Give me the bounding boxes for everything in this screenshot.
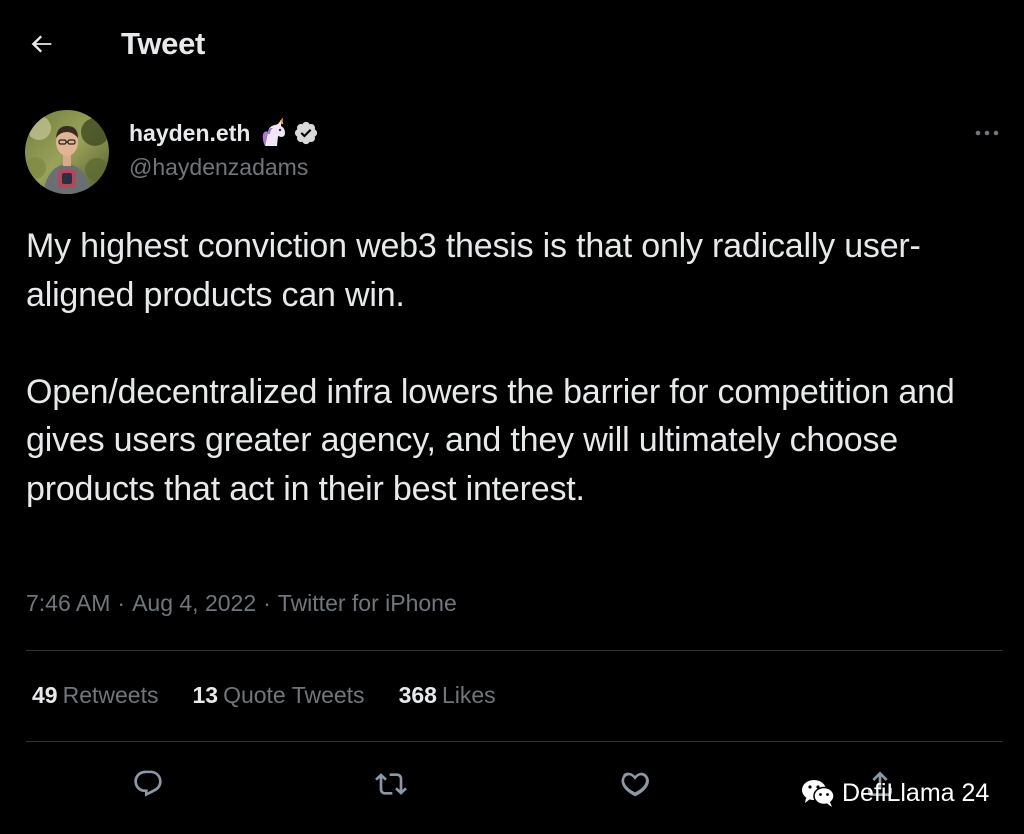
retweet-button[interactable] [371,764,411,804]
likes-stat[interactable]: 368 Likes [399,682,496,709]
quote-tweets-count: 13 [192,682,219,708]
reply-icon [134,770,162,797]
more-options-button[interactable] [967,118,1007,148]
divider [26,741,1003,742]
more-dots-icon [975,130,999,136]
retweet-icon [375,773,407,795]
meta-separator: · [263,590,271,616]
back-button[interactable] [24,26,60,62]
tweet-time[interactable]: 7:46 AM [26,590,110,616]
tweet-source[interactable]: Twitter for iPhone [278,590,457,616]
verified-badge-icon [292,119,320,147]
avatar-image [25,110,109,194]
author-handle[interactable]: @haydenzadams [129,154,308,181]
page-title: Tweet [121,26,206,61]
author-name-row: hayden.eth [129,116,320,150]
quote-tweets-stat[interactable]: 13 Quote Tweets [192,682,364,709]
likes-label: Likes [441,682,496,708]
divider [26,650,1003,651]
reply-button[interactable] [128,764,168,804]
tweet-meta: 7:46 AM · Aug 4, 2022 · Twitter for iPhone [26,590,457,617]
engagement-stats: 49 Retweets 13 Quote Tweets 368 Likes [32,682,530,709]
wechat-icon [802,780,835,807]
like-button[interactable] [615,764,655,804]
meta-separator: · [117,590,126,616]
tweet-page: Tweet hayden.eth @haydenzadams My highes… [0,0,1024,834]
retweets-count: 49 [32,682,58,708]
likes-count: 368 [398,682,437,708]
tweet-date[interactable]: Aug 4, 2022 [132,590,256,616]
unicorn-emoji-icon [258,117,290,149]
watermark: DefiLlama 24 [800,773,989,813]
retweets-stat[interactable]: 49 Retweets [32,682,158,709]
retweets-label: Retweets [62,682,159,708]
header-bar: Tweet [0,0,1024,90]
arrow-left-icon [31,35,52,53]
like-icon [621,772,649,797]
display-name[interactable]: hayden.eth [129,120,250,147]
tweet-text: My highest conviction web3 thesis is tha… [26,222,1011,513]
tweet-paragraph: My highest conviction web3 thesis is tha… [26,227,921,314]
quote-tweets-label: Quote Tweets [223,682,365,708]
watermark-text: DefiLlama 24 [842,778,990,807]
avatar[interactable] [25,110,109,194]
tweet-paragraph: Open/decentralized infra lowers the barr… [26,372,955,508]
